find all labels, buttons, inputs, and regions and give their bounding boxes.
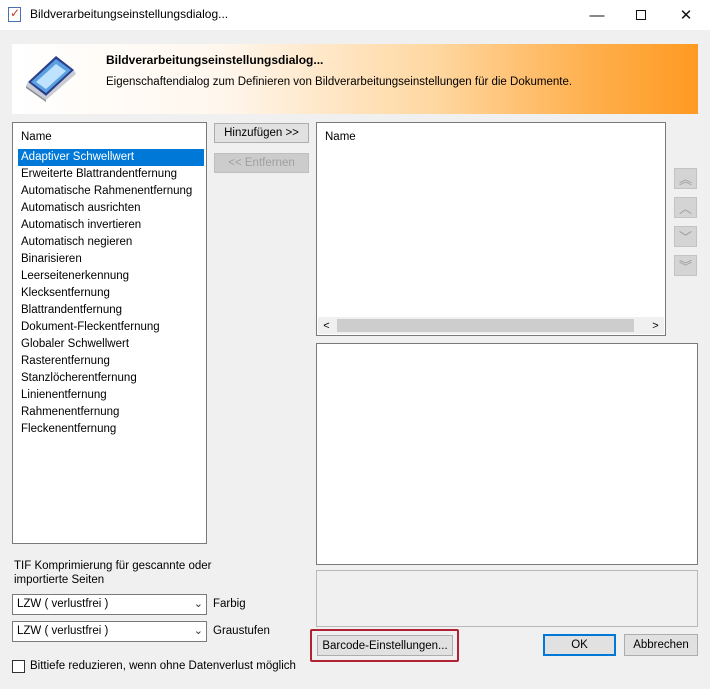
scrollbar-thumb[interactable] [337, 319, 634, 332]
maximize-icon [636, 10, 646, 20]
remove-button[interactable]: << Entfernen [214, 153, 309, 173]
app-icon [8, 6, 21, 22]
list-item[interactable]: Linienentfernung [18, 387, 204, 404]
barcode-settings-button[interactable]: Barcode-Einstellungen... [317, 635, 453, 656]
grayscale-compression-select[interactable]: LZW ( verlustfrei ) ⌄ [12, 621, 207, 642]
double-chevron-down-icon: ︾ [678, 259, 692, 274]
minimize-button[interactable]: — [574, 0, 620, 30]
minimize-icon: — [589, 6, 605, 24]
close-icon: ✕ [679, 7, 693, 24]
list-header: Name [325, 131, 356, 143]
list-item[interactable]: Adaptiver Schwellwert [18, 149, 204, 166]
ok-button[interactable]: OK [543, 634, 616, 656]
list-header: Name [21, 131, 52, 143]
chevron-down-icon: ⌄ [193, 625, 203, 637]
banner-subtitle: Eigenschaftendialog zum Definieren von B… [106, 76, 573, 88]
move-to-bottom-button[interactable]: ︾ [674, 255, 697, 276]
scroll-right-icon[interactable]: > [647, 317, 664, 334]
horizontal-scrollbar[interactable]: < > [318, 317, 664, 334]
move-up-button[interactable]: ︿ [674, 197, 697, 218]
maximize-button[interactable] [618, 0, 664, 30]
color-compression-select[interactable]: LZW ( verlustfrei ) ⌄ [12, 594, 207, 615]
cancel-button[interactable]: Abbrechen [624, 634, 698, 656]
header-banner: Bildverarbeitungseinstellungsdialog... E… [12, 44, 698, 114]
add-button[interactable]: Hinzufügen >> [214, 123, 309, 143]
double-chevron-up-icon: ︽ [678, 172, 692, 187]
list-item[interactable]: Fleckenentfernung [18, 421, 204, 438]
list-item[interactable]: Automatisch ausrichten [18, 200, 204, 217]
reduce-bitdepth-checkbox[interactable] [12, 660, 25, 673]
tif-compression-label: TIF Komprimierung für gescannte oder imp… [14, 560, 212, 586]
selected-filters-list[interactable]: Name < > [316, 122, 666, 336]
list-item[interactable]: Binarisieren [18, 251, 204, 268]
list-item[interactable]: Stanzlöcherentfernung [18, 370, 204, 387]
list-item[interactable]: Automatisch negieren [18, 234, 204, 251]
close-button[interactable]: ✕ [663, 0, 709, 30]
list-item[interactable]: Automatische Rahmenentfernung [18, 183, 204, 200]
chevron-up-icon: ︿ [678, 201, 692, 216]
list-items: Adaptiver Schwellwert Erweiterte Blattra… [18, 149, 204, 438]
list-item[interactable]: Rasterentfernung [18, 353, 204, 370]
banner-title: Bildverarbeitungseinstellungsdialog... [106, 53, 324, 67]
available-filters-list[interactable]: Name Adaptiver Schwellwert Erweiterte Bl… [12, 122, 207, 544]
list-item[interactable]: Automatisch invertieren [18, 217, 204, 234]
reduce-bitdepth-label[interactable]: Bittiefe reduzieren, wenn ohne Datenverl… [30, 660, 296, 672]
move-to-top-button[interactable]: ︽ [674, 168, 697, 189]
description-panel [316, 570, 698, 627]
color-label: Farbig [213, 598, 246, 610]
scanner-icon [26, 56, 76, 102]
list-item[interactable]: Leerseitenerkennung [18, 268, 204, 285]
list-item[interactable]: Blattrandentfernung [18, 302, 204, 319]
move-down-button[interactable]: ﹀ [674, 226, 697, 247]
properties-panel[interactable] [316, 343, 698, 565]
grayscale-label: Graustufen [213, 625, 270, 637]
list-item[interactable]: Globaler Schwellwert [18, 336, 204, 353]
scroll-left-icon[interactable]: < [318, 317, 335, 334]
list-item[interactable]: Rahmenentfernung [18, 404, 204, 421]
window-title: Bildverarbeitungseinstellungsdialog... [30, 7, 229, 21]
list-item[interactable]: Klecksentfernung [18, 285, 204, 302]
chevron-down-icon: ﹀ [678, 230, 692, 245]
select-value: LZW ( verlustfrei ) [17, 598, 109, 610]
select-value: LZW ( verlustfrei ) [17, 625, 109, 637]
list-item[interactable]: Dokument-Fleckentfernung [18, 319, 204, 336]
list-item[interactable]: Erweiterte Blattrandentfernung [18, 166, 204, 183]
chevron-down-icon: ⌄ [193, 598, 203, 610]
